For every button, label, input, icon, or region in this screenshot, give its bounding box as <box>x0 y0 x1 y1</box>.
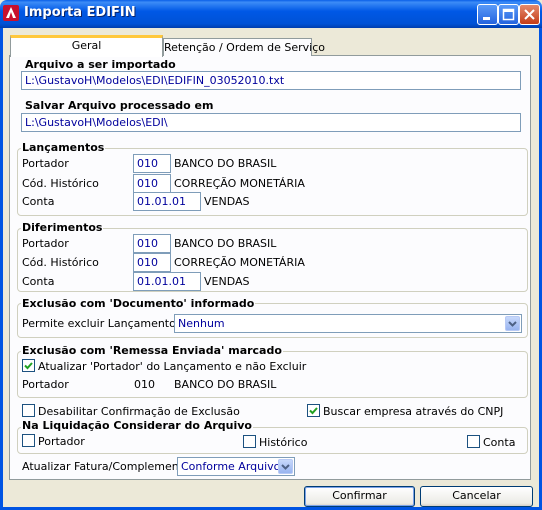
chevron-down-icon <box>508 321 517 327</box>
dif-conta-input[interactable]: 01.01.01 <box>133 272 201 291</box>
permite-excluir-value: Nenhum <box>178 317 225 330</box>
check-icon <box>309 407 318 415</box>
lanc-conta-input[interactable]: 01.01.01 <box>133 192 201 211</box>
liq-conta-checkbox[interactable] <box>467 435 480 448</box>
import-file-title: Arquivo a ser importado <box>24 58 177 71</box>
app-icon <box>3 5 19 21</box>
close-button[interactable] <box>519 4 540 25</box>
permite-excluir-select[interactable]: Nenhum <box>174 314 522 333</box>
atualizar-fatura-dropdown-button[interactable] <box>278 459 293 474</box>
dif-portador-input[interactable]: 010 <box>133 234 171 253</box>
lancamentos-title: Lançamentos <box>21 141 106 154</box>
lanc-historico-input[interactable]: 010 <box>133 174 171 193</box>
atualizar-portador-label[interactable]: Atualizar 'Portador' do Lançamento e não… <box>38 360 306 373</box>
atualizar-fatura-select[interactable]: Conforme Arquivo <box>177 457 295 476</box>
lanc-historico-label: Cód. Histórico <box>22 177 99 190</box>
close-icon <box>524 9 535 20</box>
minimize-icon <box>483 17 490 20</box>
lanc-historico-desc: CORREÇÃO MONETÁRIA <box>174 177 305 190</box>
desabilitar-confirmacao-label[interactable]: Desabilitar Confirmação de Exclusão <box>38 405 240 418</box>
tab-geral[interactable]: Geral <box>10 35 163 57</box>
maximize-icon <box>502 8 515 21</box>
liq-portador-checkbox[interactable] <box>22 434 35 447</box>
atualizar-fatura-value: Conforme Arquivo <box>181 460 281 473</box>
desabilitar-confirmacao-checkbox[interactable] <box>22 404 35 417</box>
save-file-title: Salvar Arquivo processado em <box>24 99 215 112</box>
confirm-button-label: Confirmar <box>332 489 387 502</box>
liquidacao-title: Na Liquidação Considerar do Arquivo <box>21 419 253 432</box>
confirm-button[interactable]: Confirmar <box>304 486 415 507</box>
window-frame-left <box>0 28 3 510</box>
lanc-conta-desc: VENDAS <box>204 195 250 208</box>
lanc-portador-desc: BANCO DO BRASIL <box>174 157 277 170</box>
dif-conta-desc: VENDAS <box>204 275 250 288</box>
lanc-conta-label: Conta <box>22 195 55 208</box>
permite-excluir-label: Permite excluir Lançamentos <box>22 317 182 330</box>
permite-excluir-dropdown-button[interactable] <box>505 316 520 331</box>
liq-portador-label[interactable]: Portador <box>38 435 85 448</box>
diferimentos-title: Diferimentos <box>21 221 104 234</box>
dif-historico-label: Cód. Histórico <box>22 256 99 269</box>
buscar-cnpj-checkbox[interactable] <box>307 404 320 417</box>
chevron-down-icon <box>281 464 290 470</box>
liq-historico-checkbox[interactable] <box>243 435 256 448</box>
minimize-button[interactable] <box>477 4 498 25</box>
import-file-input[interactable]: L:\GustavoH\Modelos\EDI\EDIFIN_03052010.… <box>21 71 521 90</box>
remessa-portador-label: Portador <box>22 378 69 391</box>
buscar-cnpj-label[interactable]: Buscar empresa através do CNPJ <box>323 405 503 418</box>
cancel-button[interactable]: Cancelar <box>420 486 533 507</box>
dif-conta-label: Conta <box>22 275 55 288</box>
atualizar-fatura-label: Atualizar Fatura/Complemento <box>22 460 190 473</box>
dif-historico-input[interactable]: 010 <box>133 253 171 272</box>
remessa-portador-desc: BANCO DO BRASIL <box>174 378 277 391</box>
tab-retencao[interactable]: Retenção / Ordem de Serviço <box>163 38 325 56</box>
check-icon <box>24 362 33 370</box>
cancel-button-label: Cancelar <box>452 489 501 502</box>
liq-historico-label[interactable]: Histórico <box>259 436 307 449</box>
dif-portador-desc: BANCO DO BRASIL <box>174 237 277 250</box>
exclusao-remessa-title: Exclusão com 'Remessa Enviada' marcado <box>21 344 283 357</box>
lanc-portador-label: Portador <box>22 157 69 170</box>
dif-historico-desc: CORREÇÃO MONETÁRIA <box>174 256 305 269</box>
liq-conta-label[interactable]: Conta <box>483 436 515 449</box>
maximize-button[interactable] <box>498 4 519 25</box>
dif-portador-label: Portador <box>22 237 69 250</box>
lanc-portador-input[interactable]: 010 <box>133 154 171 173</box>
atualizar-portador-checkbox[interactable] <box>22 359 35 372</box>
remessa-portador-code: 010 <box>134 378 155 391</box>
window-title: Importa EDIFIN <box>24 5 136 20</box>
save-file-input[interactable]: L:\GustavoH\Modelos\EDI\ <box>21 113 521 132</box>
exclusao-documento-title: Exclusão com 'Documento' informado <box>21 297 256 310</box>
